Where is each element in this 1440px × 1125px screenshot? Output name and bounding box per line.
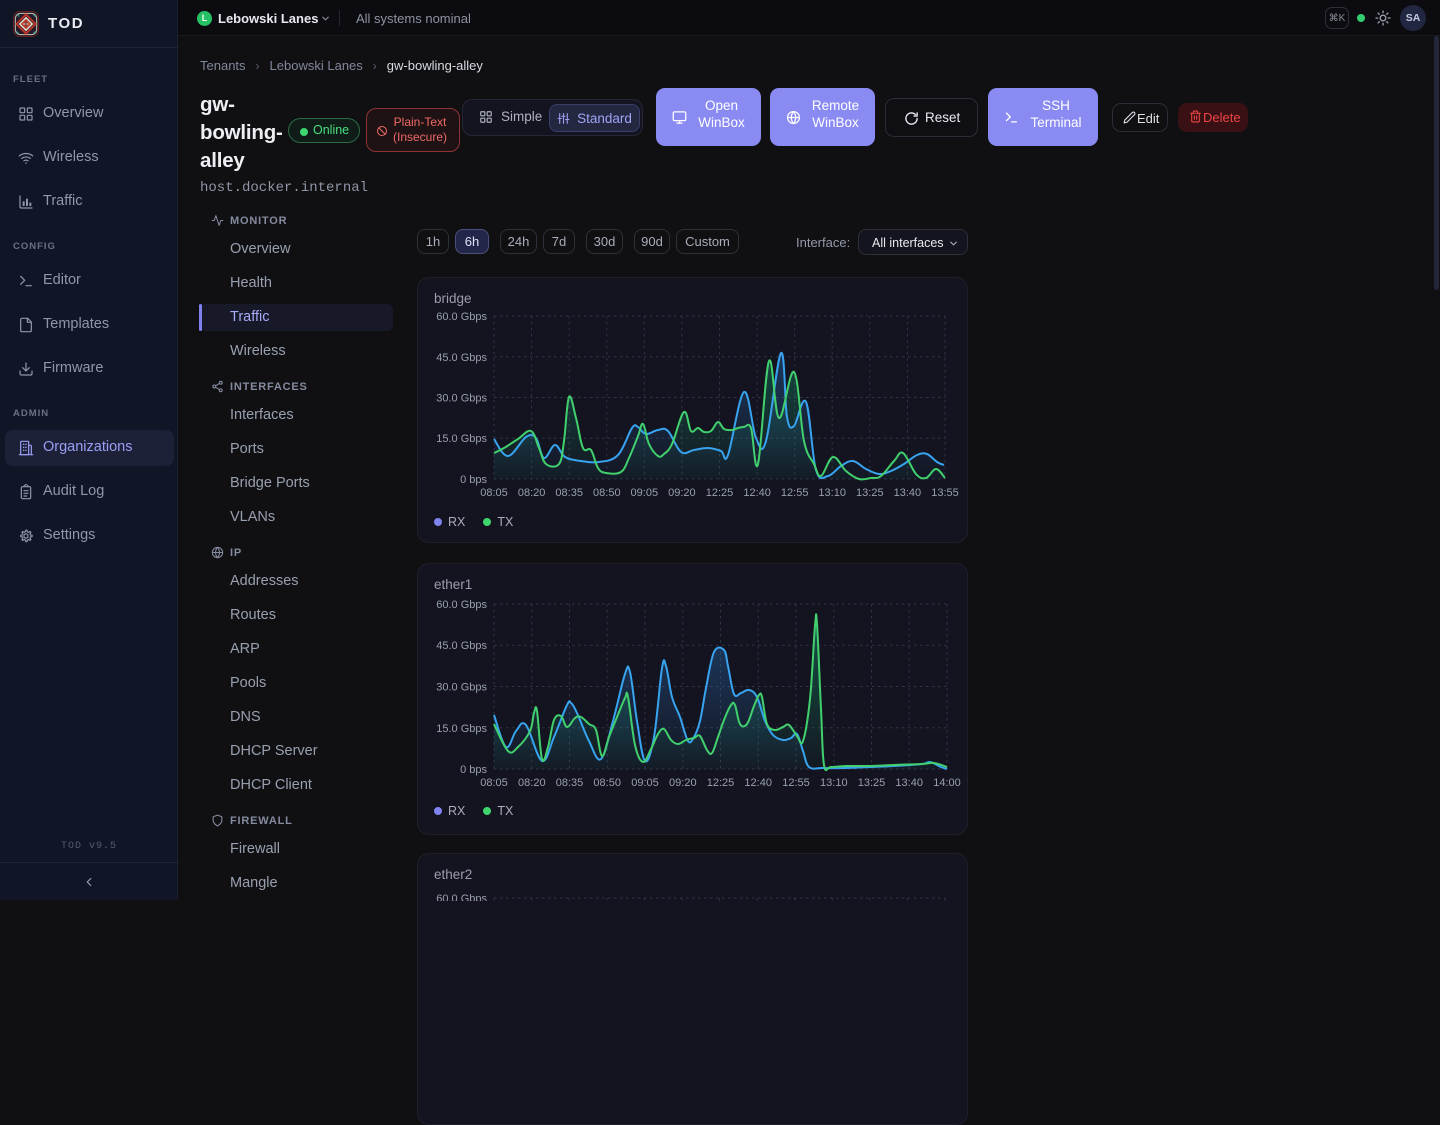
svg-text:08:35: 08:35 (555, 487, 583, 499)
svg-text:13:25: 13:25 (856, 487, 884, 499)
svg-text:08:05: 08:05 (480, 487, 508, 499)
svg-text:30.0 Gbps: 30.0 Gbps (436, 682, 487, 694)
svg-text:60.0 Gbps: 60.0 Gbps (436, 599, 487, 611)
svg-text:08:05: 08:05 (480, 777, 508, 789)
svg-text:09:05: 09:05 (631, 487, 659, 499)
svg-text:12:25: 12:25 (707, 777, 735, 789)
svg-text:45.0 Gbps: 45.0 Gbps (436, 352, 487, 364)
svg-text:14:00: 14:00 (933, 777, 961, 789)
svg-text:15.0 Gbps: 15.0 Gbps (436, 433, 487, 445)
svg-text:08:20: 08:20 (518, 777, 546, 789)
svg-text:12:55: 12:55 (782, 777, 810, 789)
svg-text:0 bps: 0 bps (460, 474, 487, 486)
svg-text:09:05: 09:05 (631, 777, 659, 789)
svg-text:08:20: 08:20 (518, 487, 546, 499)
svg-text:08:35: 08:35 (556, 777, 584, 789)
svg-text:13:10: 13:10 (820, 777, 848, 789)
svg-text:45.0 Gbps: 45.0 Gbps (436, 640, 487, 652)
svg-text:30.0 Gbps: 30.0 Gbps (436, 393, 487, 405)
svg-text:13:10: 13:10 (818, 487, 846, 499)
svg-text:09:20: 09:20 (669, 777, 697, 789)
svg-text:60.0 Gbps: 60.0 Gbps (436, 311, 487, 323)
svg-text:08:50: 08:50 (593, 777, 621, 789)
svg-text:08:50: 08:50 (593, 487, 621, 499)
svg-text:09:20: 09:20 (668, 487, 696, 499)
svg-text:13:25: 13:25 (858, 777, 886, 789)
svg-text:13:55: 13:55 (931, 487, 959, 499)
svg-text:12:55: 12:55 (781, 487, 809, 499)
svg-text:12:40: 12:40 (743, 487, 771, 499)
svg-text:15.0 Gbps: 15.0 Gbps (436, 723, 487, 735)
svg-text:12:40: 12:40 (744, 777, 772, 789)
svg-text:12:25: 12:25 (706, 487, 734, 499)
svg-text:13:40: 13:40 (895, 777, 923, 789)
svg-text:13:40: 13:40 (894, 487, 922, 499)
svg-text:0 bps: 0 bps (460, 764, 487, 776)
